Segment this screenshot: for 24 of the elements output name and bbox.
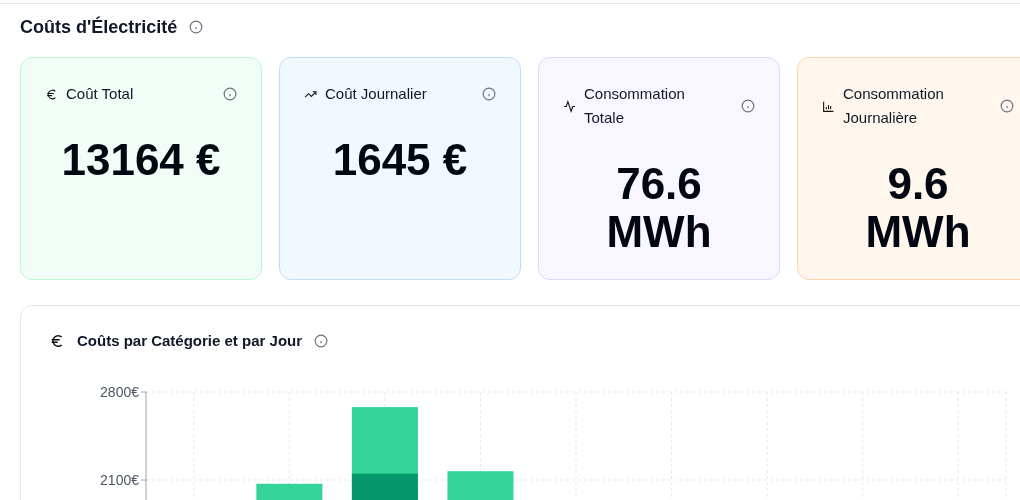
chart-bar [256, 483, 323, 500]
card-label: Coût Total [66, 84, 134, 104]
info-icon[interactable] [189, 20, 204, 34]
y-tick-label: 2100€ [100, 471, 139, 488]
info-icon[interactable] [1000, 99, 1014, 113]
section-title: Coûts d'Électricité [20, 15, 178, 39]
euro-icon [49, 333, 65, 350]
info-icon[interactable] [223, 87, 237, 101]
euro-icon [45, 87, 58, 101]
chart-title: Coûts par Catégorie et par Jour [77, 331, 303, 351]
card-label: Consommation Journalière [843, 84, 945, 128]
chart-bar [447, 470, 514, 500]
y-tick-label: 2800€ [100, 383, 139, 400]
card-value: 13164 € [60, 136, 222, 184]
card-label: Coût Journalier [325, 84, 427, 104]
bar-chart-icon [822, 99, 835, 113]
card-value: 76.6 MWh [605, 160, 713, 256]
info-icon[interactable] [482, 87, 496, 101]
info-icon[interactable] [741, 99, 755, 113]
card-value: 9.6 MWh [864, 160, 972, 256]
card-label: Consommation Totale [584, 84, 686, 128]
info-icon[interactable] [314, 334, 329, 349]
pulse-icon [563, 99, 576, 113]
card-value: 1645 € [331, 136, 469, 184]
